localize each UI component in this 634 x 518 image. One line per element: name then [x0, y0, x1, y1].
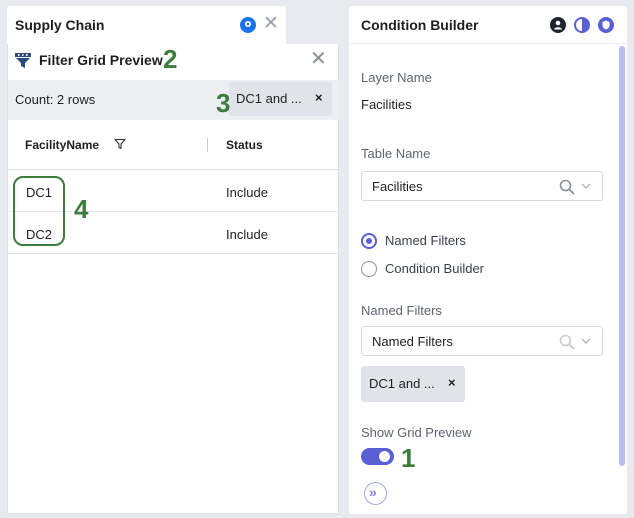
layer-name-label: Layer Name: [361, 70, 432, 85]
user-icon[interactable]: [550, 17, 566, 33]
named-filters-select[interactable]: Named Filters: [361, 326, 603, 356]
show-grid-preview-label: Show Grid Preview: [361, 425, 472, 440]
preview-title: Filter Grid Preview: [39, 52, 163, 68]
tab-close-icon[interactable]: ✕: [263, 14, 279, 34]
scrollbar[interactable]: [619, 46, 625, 466]
map-pin-icon[interactable]: [240, 17, 256, 33]
named-filter-chip[interactable]: DC1 and ... ×: [361, 366, 465, 402]
chip-remove-icon[interactable]: ×: [448, 375, 456, 390]
search-icon[interactable]: [559, 334, 575, 350]
named-filters-label: Named Filters: [361, 303, 442, 318]
named-filter-chip-label: DC1 and ...: [369, 376, 435, 391]
table-name-selected: Facilities: [372, 179, 423, 194]
condition-builder-panel: Condition Builder Layer Name Facilities …: [349, 6, 627, 514]
layer-name-value: Facilities: [361, 97, 412, 112]
named-filters-selected: Named Filters: [372, 334, 453, 349]
radio-button-checked[interactable]: [361, 233, 377, 249]
tab-supply-chain[interactable]: Supply Chain ✕: [7, 6, 286, 44]
cell-status: Include: [226, 185, 268, 200]
cell-status: Include: [226, 227, 268, 242]
row-count: Count: 2 rows: [15, 92, 96, 107]
filter-chip-label: DC1 and ...: [236, 91, 302, 106]
grid-header: FacilityName Status: [8, 120, 339, 170]
filter-chip[interactable]: DC1 and ... ×: [229, 82, 332, 116]
chevron-down-icon[interactable]: [581, 337, 591, 345]
callout-number-2: 2: [163, 44, 178, 74]
contrast-icon[interactable]: [574, 17, 590, 33]
radio-condition-builder-label: Condition Builder: [385, 261, 485, 276]
radio-button[interactable]: [361, 261, 377, 277]
filter-icon[interactable]: [114, 138, 126, 150]
condition-builder-header: Condition Builder: [349, 6, 627, 44]
shield-icon[interactable]: [598, 17, 614, 33]
column-header-status[interactable]: Status: [226, 138, 263, 152]
table-name-label: Table Name: [361, 146, 431, 161]
filter-grid-icon: [15, 53, 31, 68]
callout-number-4: 4: [74, 194, 89, 224]
chip-remove-icon[interactable]: ×: [315, 90, 323, 105]
callout-highlight-box: [13, 176, 65, 246]
table-name-select[interactable]: Facilities: [361, 171, 603, 201]
filter-grid-preview-panel: Filter Grid Preview ✕ Count: 2 rows DC1 …: [7, 44, 339, 514]
chevron-down-icon[interactable]: [581, 182, 591, 190]
double-chevron-right-icon: »: [369, 484, 377, 500]
radio-named-filters-label: Named Filters: [385, 233, 466, 248]
tab-title: Supply Chain: [15, 17, 105, 33]
column-separator[interactable]: [207, 138, 208, 152]
panel-title: Condition Builder: [361, 17, 479, 33]
preview-close-icon[interactable]: ✕: [310, 48, 327, 70]
left-tab-bar: Supply Chain ✕: [0, 0, 340, 44]
search-icon[interactable]: [559, 179, 575, 195]
expand-button[interactable]: »: [364, 482, 387, 505]
callout-number-1: 1: [401, 443, 416, 473]
callout-number-3: 3: [216, 88, 231, 118]
count-bar: Count: 2 rows DC1 and ... ×: [8, 80, 339, 120]
column-header-facilityname[interactable]: FacilityName: [25, 138, 99, 152]
show-grid-preview-toggle[interactable]: [361, 448, 394, 465]
